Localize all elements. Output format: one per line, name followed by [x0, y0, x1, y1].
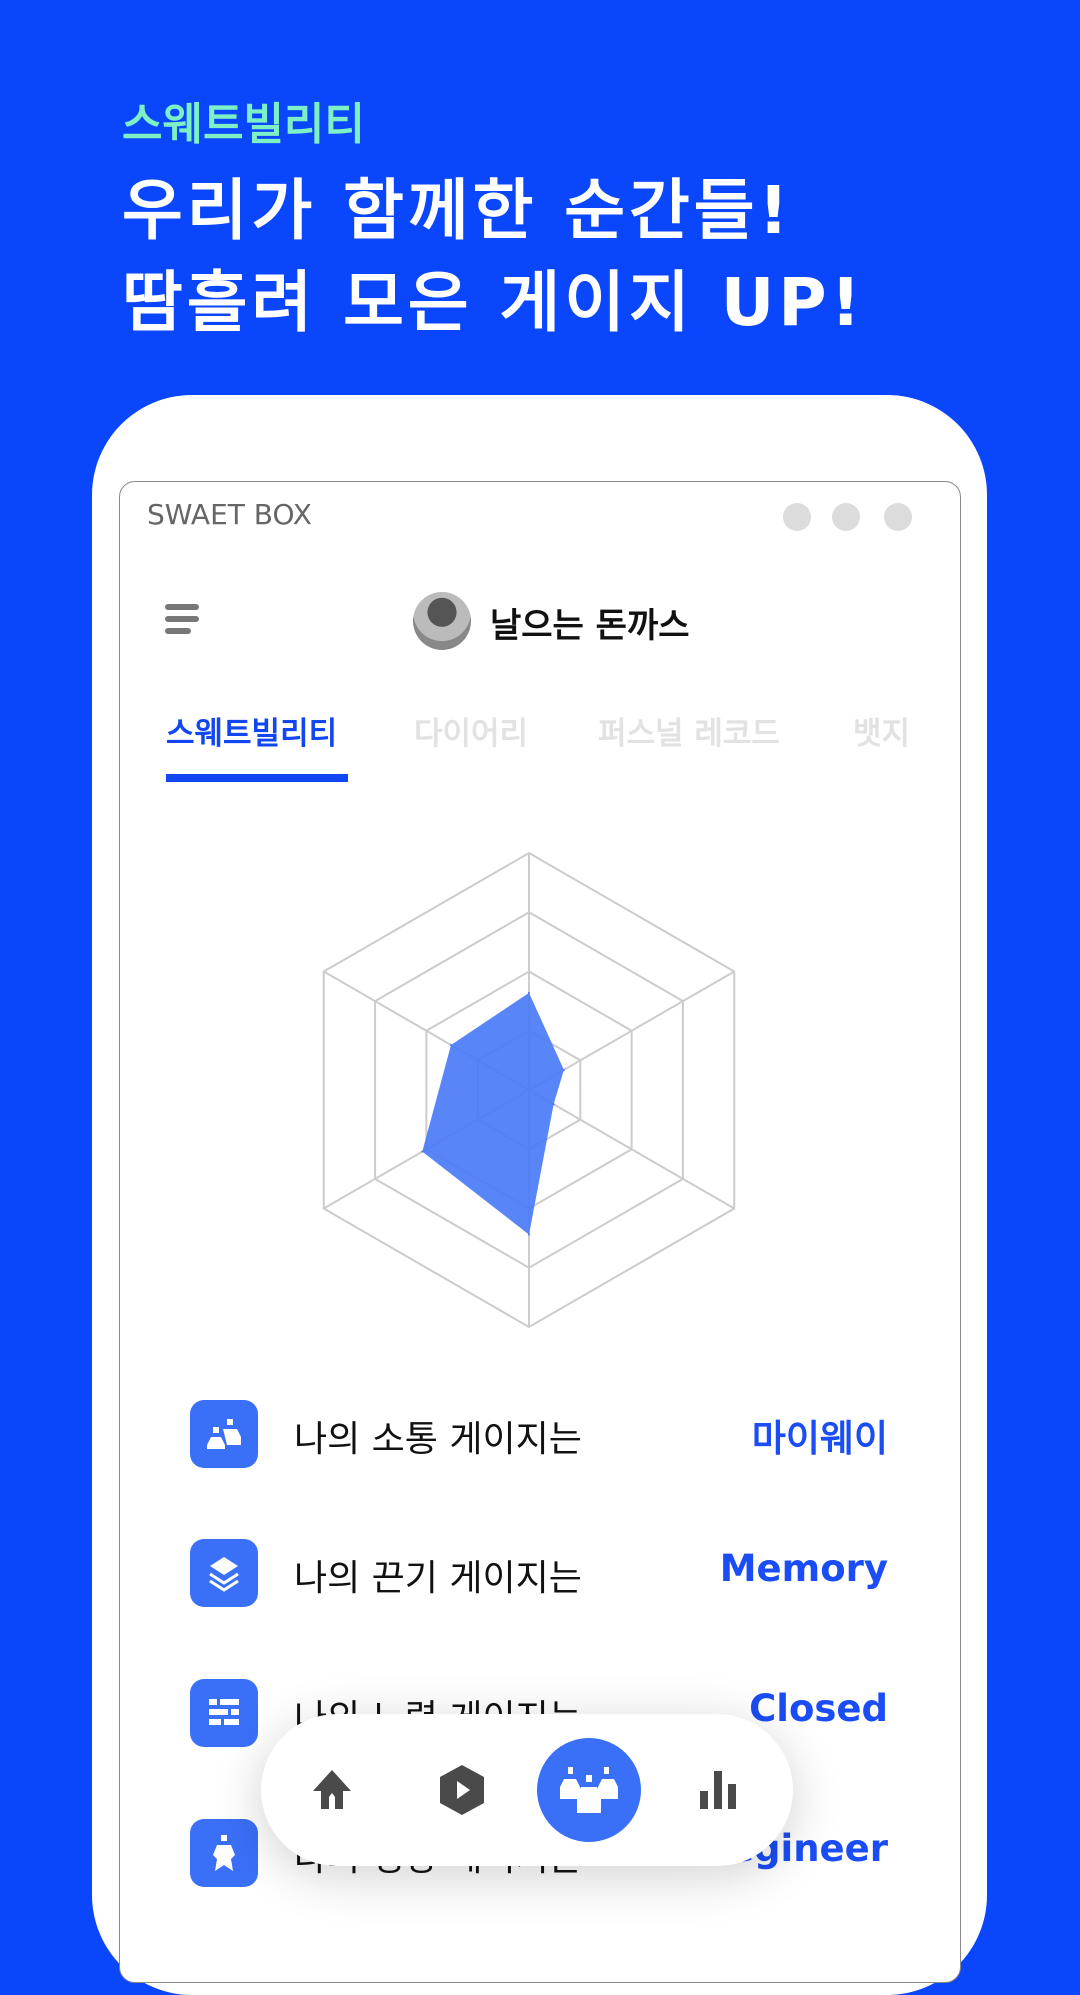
nav-home[interactable]	[280, 1738, 384, 1842]
people-icon	[190, 1400, 258, 1468]
bricks-icon	[190, 1679, 258, 1747]
gauge-row[interactable]: 나의 끈기 게이지는 Memory	[190, 1539, 888, 1609]
community-icon	[560, 1767, 618, 1813]
tab-diary[interactable]: 다이어리	[414, 708, 528, 753]
radar-point	[450, 1043, 453, 1046]
window-title: SWAET BOX	[147, 498, 312, 531]
layers-icon	[190, 1539, 258, 1607]
radar-point	[562, 1068, 565, 1071]
radar-point	[552, 1103, 555, 1106]
radar-data-area	[422, 992, 564, 1235]
headline-line-1: 우리가 함께한 순간들!	[122, 172, 793, 249]
gauge-label: 나의 끈기 게이지는	[294, 1558, 582, 1599]
window-dot[interactable]	[783, 503, 811, 531]
gauge-row[interactable]: 나의 소통 게이지는 마이웨이	[190, 1400, 888, 1470]
play-hexagon-icon	[440, 1765, 484, 1815]
hamburger-icon[interactable]	[165, 604, 199, 640]
active-tab-indicator	[166, 774, 348, 782]
radar-point	[528, 1233, 530, 1236]
radar-chart	[322, 851, 736, 1329]
radar-point	[421, 1150, 424, 1153]
tab-badge[interactable]: 뱃지	[853, 708, 910, 753]
bar-chart-icon	[700, 1771, 736, 1809]
promo-headline: 우리가 함께한 순간들! 땀흘려 모은 게이지 UP!	[122, 165, 865, 349]
radar-point	[528, 991, 530, 994]
tab-personal-record[interactable]: 퍼스널 레코드	[598, 708, 780, 753]
nav-community[interactable]	[537, 1738, 641, 1842]
tab-sweatability[interactable]: 스웨트빌리티	[166, 708, 337, 753]
bottom-nav	[261, 1714, 793, 1866]
person-icon	[190, 1819, 258, 1887]
nav-stats[interactable]	[666, 1738, 770, 1842]
gauge-value: 마이웨이	[751, 1417, 888, 1460]
headline-line-2: 땀흘려 모은 게이지 UP!	[122, 264, 865, 341]
gauge-value: Memory	[719, 1547, 888, 1590]
nav-play[interactable]	[410, 1738, 514, 1842]
window-dot[interactable]	[884, 503, 912, 531]
gauge-value: Closed	[749, 1687, 888, 1730]
gauge-label: 나의 소통 게이지는	[294, 1419, 582, 1460]
promo-subtitle: 스웨트빌리티	[122, 99, 365, 150]
window-dot[interactable]	[832, 503, 860, 531]
home-icon	[313, 1770, 351, 1809]
username: 날으는 돈까스	[490, 606, 690, 646]
avatar[interactable]	[413, 592, 471, 650]
